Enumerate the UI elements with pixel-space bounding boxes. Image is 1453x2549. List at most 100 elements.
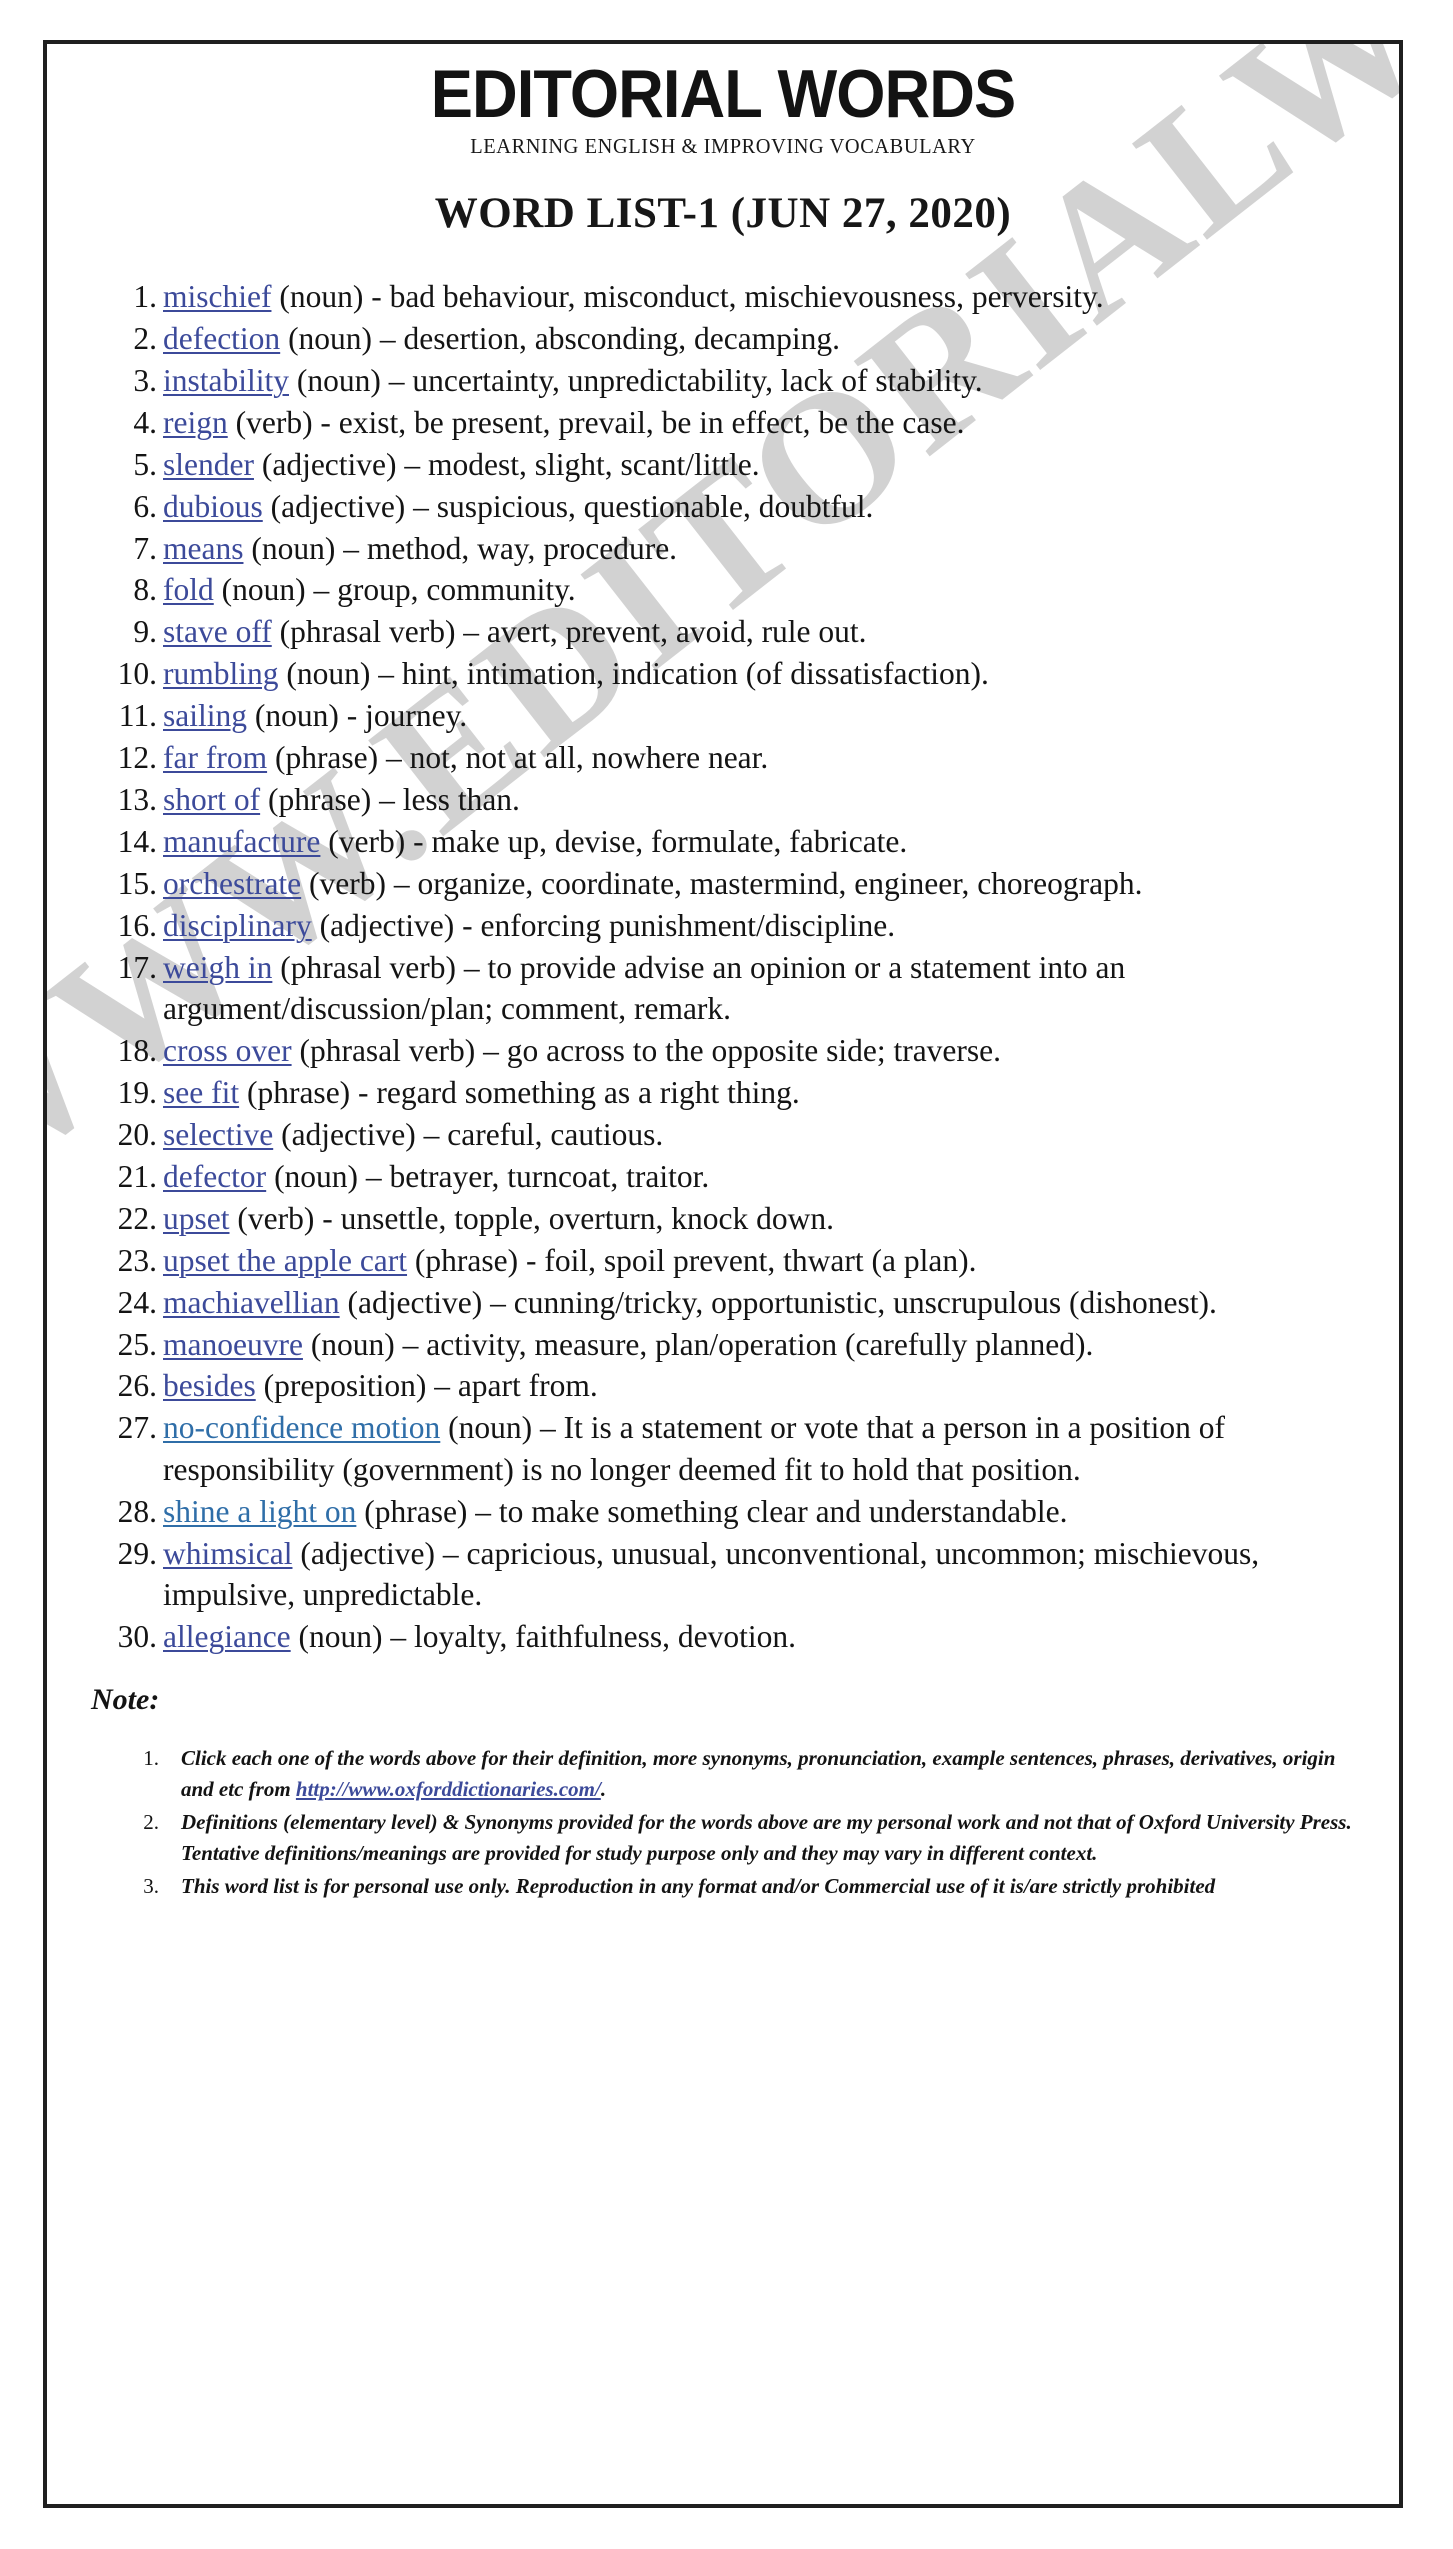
word-list-item: 10. rumbling (noun) – hint, intimation, i… <box>105 653 1347 694</box>
word-term-link[interactable]: stave off <box>163 614 272 649</box>
word-term-link[interactable]: disciplinary <box>163 908 312 943</box>
word-number: 17. <box>117 949 157 985</box>
word-definition: (noun) – group, community. <box>213 572 576 608</box>
note-list-item: 1. Click each one of the words above for … <box>91 1743 1365 1805</box>
word-list-item: 20. selective (adjective) – careful, caut… <box>105 1114 1347 1155</box>
word-list-item: 26. besides (preposition) – apart from. <box>105 1365 1347 1406</box>
word-term-link[interactable]: instability <box>163 363 289 398</box>
word-definition: (phrase) - foil, spoil prevent, thwart (… <box>407 1242 977 1278</box>
word-term-link[interactable]: slender <box>163 447 254 482</box>
word-term-link[interactable]: sailing <box>163 698 247 733</box>
note-number: 1. <box>143 1746 159 1771</box>
word-term-link[interactable]: defector <box>163 1159 266 1194</box>
word-number: 7. <box>133 530 157 566</box>
word-term-link[interactable]: rumbling <box>163 656 279 691</box>
word-number: 24. <box>117 1284 157 1320</box>
document-content: EDITORIAL WORDS LEARNING ENGLISH & IMPRO… <box>47 44 1399 1902</box>
word-term-link[interactable]: mischief <box>163 279 271 314</box>
word-list-item: 4. reign (verb) - exist, be present, prev… <box>105 402 1347 443</box>
word-term-link[interactable]: dubious <box>163 489 263 524</box>
oxford-dictionaries-link[interactable]: http://www.oxforddictionaries.com/ <box>296 1777 601 1801</box>
word-list-item: 15. orchestrate (verb) – organize, coordi… <box>105 863 1347 904</box>
word-definition: (noun) – hint, intimation, indication (o… <box>278 656 989 692</box>
word-definition: (phrase) – to make something clear and u… <box>356 1493 1068 1529</box>
word-term-link[interactable]: upset <box>163 1201 230 1236</box>
word-definition: (verb) - unsettle, topple, overturn, kno… <box>229 1200 834 1236</box>
word-list-item: 17. weigh in (phrasal verb) – to provide … <box>105 947 1347 1030</box>
word-definition: (phrasal verb) – avert, prevent, avoid, … <box>271 614 867 650</box>
word-term-link[interactable]: manufacture <box>163 824 320 859</box>
word-number: 27. <box>117 1410 157 1446</box>
word-list-item: 18. cross over (phrasal verb) – go across… <box>105 1030 1347 1071</box>
word-term-link[interactable]: selective <box>163 1117 273 1152</box>
word-number: 14. <box>117 823 157 859</box>
brand-title: EDITORIAL WORDS <box>430 56 1016 132</box>
word-list-item: 12. far from (phrase) – not, not at all, … <box>105 737 1347 778</box>
word-term-link[interactable]: shine a light on <box>163 1494 356 1529</box>
word-term-link[interactable]: orchestrate <box>163 866 301 901</box>
word-number: 21. <box>117 1158 157 1194</box>
word-definition: (noun) - journey. <box>247 698 468 734</box>
word-number: 15. <box>117 865 157 901</box>
word-term-link[interactable]: whimsical <box>163 1536 292 1571</box>
word-list-item: 2. defection (noun) – desertion, abscondi… <box>105 318 1347 359</box>
word-number: 23. <box>117 1242 157 1278</box>
word-term-link[interactable]: short of <box>163 782 260 817</box>
word-term-link[interactable]: weigh in <box>163 950 272 985</box>
word-list-item: 5. slender (adjective) – modest, slight, … <box>105 444 1347 485</box>
word-list-item: 23. upset the apple cart (phrase) - foil,… <box>105 1240 1347 1281</box>
word-definition: (phrase) – not, not at all, nowhere near… <box>267 740 769 776</box>
word-number: 25. <box>117 1326 157 1362</box>
word-list-item: 24. machiavellian (adjective) – cunning/t… <box>105 1282 1347 1323</box>
word-number: 8. <box>133 572 157 608</box>
word-term-link[interactable]: fold <box>163 572 214 607</box>
word-definition: (noun) – uncertainty, unpredictability, … <box>289 362 983 398</box>
word-term-link[interactable]: defection <box>163 321 280 356</box>
word-number: 28. <box>117 1493 157 1529</box>
word-definition: (noun) - bad behaviour, misconduct, misc… <box>271 279 1104 314</box>
word-definition: (adjective) - enforcing punishment/disci… <box>311 907 896 943</box>
word-list-item: 11. sailing (noun) - journey. <box>105 695 1347 736</box>
word-definition: (adjective) – suspicious, questionable, … <box>262 488 874 524</box>
word-definition: (verb) – organize, coordinate, mastermin… <box>301 865 1143 901</box>
word-number: 2. <box>133 320 157 356</box>
word-term-link[interactable]: cross over <box>163 1033 292 1068</box>
word-number: 30. <box>117 1619 157 1654</box>
word-list-item: 13. short of (phrase) – less than. <box>105 779 1347 820</box>
word-definition: (phrase) – less than. <box>260 782 520 818</box>
word-number: 19. <box>117 1075 157 1111</box>
word-term-link[interactable]: means <box>163 531 243 566</box>
word-term-link[interactable]: machiavellian <box>163 1285 340 1320</box>
word-list-item: 30. allegiance (noun) – loyalty, faithful… <box>105 1616 1347 1657</box>
word-definition: (adjective) – cunning/tricky, opportunis… <box>339 1284 1217 1320</box>
word-number: 5. <box>133 446 157 482</box>
note-list-item: 3. This word list is for personal use onl… <box>91 1871 1365 1902</box>
word-term-link[interactable]: no-confidence motion <box>163 1410 440 1445</box>
word-number: 4. <box>133 404 157 440</box>
word-term-link[interactable]: far from <box>163 740 267 775</box>
word-term-link[interactable]: manoeuvre <box>163 1327 303 1362</box>
word-term-link[interactable]: allegiance <box>163 1619 291 1654</box>
word-definition: (phrasal verb) – to provide advise an op… <box>163 949 1126 1027</box>
note-text: Definitions (elementary level) & Synonym… <box>181 1810 1352 1865</box>
note-list: 1. Click each one of the words above for … <box>91 1743 1365 1901</box>
word-number: 6. <box>133 488 157 524</box>
note-number: 3. <box>143 1873 159 1898</box>
note-number: 2. <box>143 1810 159 1835</box>
word-number: 13. <box>117 782 157 818</box>
word-term-link[interactable]: see fit <box>163 1075 239 1110</box>
note-list-item: 2. Definitions (elementary level) & Synon… <box>91 1807 1365 1869</box>
word-term-link[interactable]: reign <box>163 405 228 440</box>
word-definition: (noun) – method, way, procedure. <box>243 530 678 566</box>
word-number: 9. <box>133 614 157 650</box>
word-list-item: 7. means (noun) – method, way, procedure. <box>105 528 1347 569</box>
word-list-item: 14. manufacture (verb) - make up, devise,… <box>105 821 1347 862</box>
word-number: 18. <box>117 1033 157 1069</box>
word-term-link[interactable]: upset the apple cart <box>163 1243 407 1278</box>
word-term-link[interactable]: besides <box>163 1368 256 1403</box>
note-text: This word list is for personal use only.… <box>181 1873 1216 1898</box>
word-list-item: 27. no-confidence motion (noun) – It is a… <box>105 1407 1347 1490</box>
word-list-item: 16. disciplinary (adjective) - enforcing … <box>105 905 1347 946</box>
word-number: 12. <box>117 740 157 776</box>
page-title: WORD LIST-1 (JUN 27, 2020) <box>434 190 1012 237</box>
